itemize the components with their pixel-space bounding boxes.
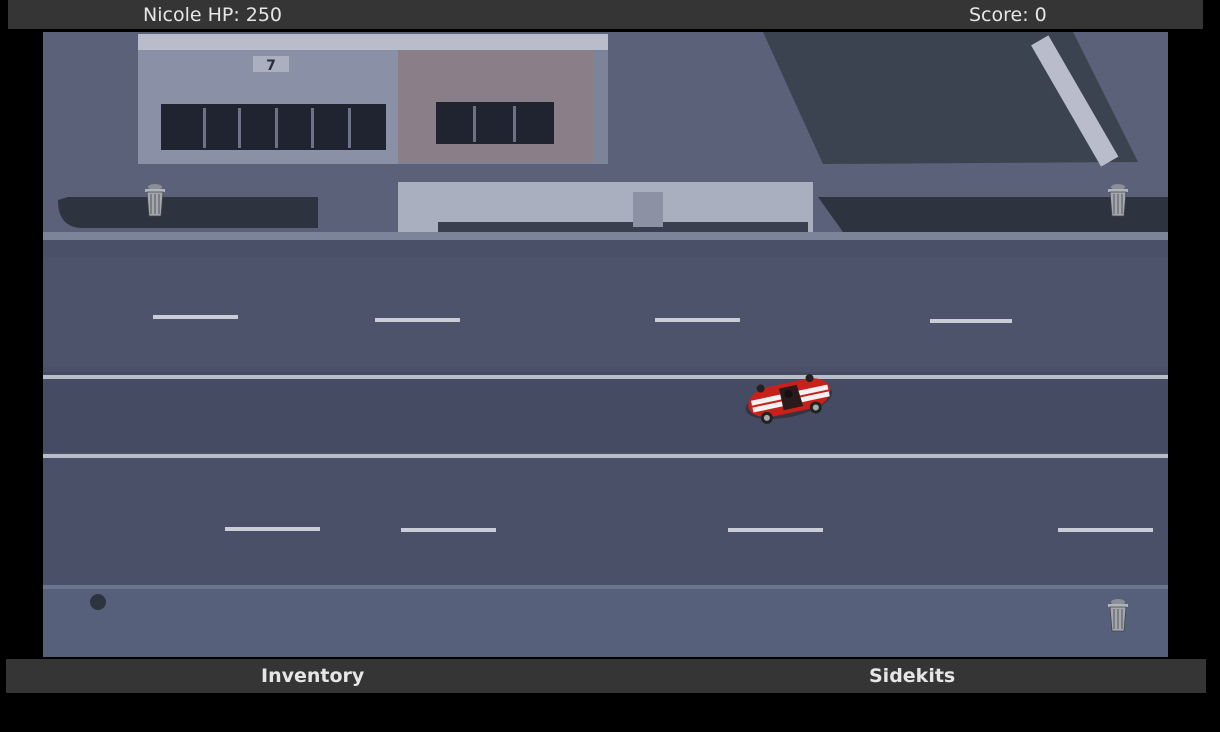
convenience-store-building: 7 <box>138 34 608 164</box>
sidekits-button[interactable]: Sidekits <box>869 659 955 693</box>
game-scene[interactable]: 7 <box>43 32 1168 657</box>
trash-can-icon <box>1108 184 1128 217</box>
trash-can-pickup[interactable] <box>1106 597 1130 633</box>
bottom-menu-bar: Inventory Sidekits <box>6 659 1206 693</box>
inventory-button[interactable]: Inventory <box>261 659 364 693</box>
player-hp-label: Nicole HP: 250 <box>143 4 283 26</box>
hud-top-bar: Nicole HP: 250 Score: 0 <box>8 0 1203 29</box>
red-convertible-car-icon <box>745 374 832 424</box>
score-label: Score: 0 <box>969 4 1047 26</box>
trash-can-pickup[interactable] <box>143 182 167 218</box>
player-car[interactable] <box>741 369 835 425</box>
trash-can-icon <box>145 184 165 217</box>
scene-background: 7 <box>43 32 1168 657</box>
store-sign-number: 7 <box>266 58 276 74</box>
trash-can-pickup[interactable] <box>1106 182 1130 218</box>
trash-can-icon <box>1108 599 1128 632</box>
